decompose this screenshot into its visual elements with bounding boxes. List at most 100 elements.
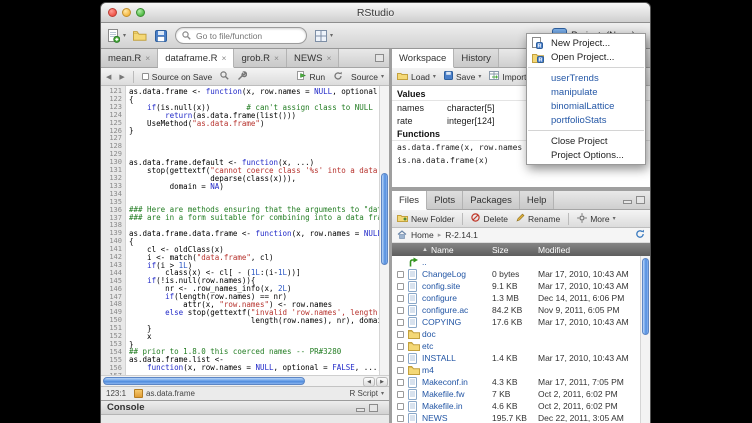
delete-button[interactable]: Delete — [471, 213, 508, 224]
code-line[interactable]: } — [129, 325, 389, 333]
code-line[interactable] — [129, 143, 389, 151]
file-checkbox[interactable] — [397, 391, 404, 398]
file-name-link[interactable]: INSTALL — [422, 353, 492, 363]
file-checkbox[interactable] — [397, 355, 404, 362]
file-checkbox[interactable] — [397, 367, 404, 374]
run-button[interactable]: Run — [297, 71, 325, 82]
column-header-name[interactable]: ▲Name — [392, 245, 492, 255]
tab-news[interactable]: NEWS× — [287, 49, 339, 67]
minimize-pane-icon[interactable] — [356, 408, 365, 412]
file-row[interactable]: INSTALL1.4 KBMar 17, 2010, 10:43 AM — [392, 352, 640, 364]
code-line[interactable] — [129, 191, 389, 199]
save-workspace-button[interactable]: Save▾ — [444, 71, 481, 82]
file-row[interactable]: .. — [392, 256, 640, 268]
menu-item-recent-project-binomiallattice[interactable]: binomialLattice — [527, 99, 645, 113]
load-workspace-button[interactable]: Load▾ — [397, 71, 436, 82]
file-name-link[interactable]: Makefile.in — [422, 401, 492, 411]
file-name-link[interactable]: COPYING — [422, 317, 492, 327]
file-checkbox[interactable] — [397, 343, 404, 350]
tab-workspace[interactable]: Workspace — [392, 49, 454, 68]
search-input[interactable] — [194, 30, 300, 42]
close-icon[interactable]: × — [274, 54, 279, 63]
file-name-link[interactable]: .. — [422, 257, 492, 267]
file-checkbox[interactable] — [397, 295, 404, 302]
code-area[interactable]: 1211221231241251261271281291301311321331… — [101, 86, 389, 375]
checkbox-icon[interactable] — [142, 73, 149, 80]
tab-help[interactable]: Help — [520, 191, 555, 209]
file-checkbox[interactable] — [397, 307, 404, 314]
code-line[interactable]: } — [129, 127, 389, 135]
tab-grob-r[interactable]: grob.R× — [234, 49, 286, 67]
code-line[interactable]: domain = NA) — [129, 183, 389, 191]
file-row[interactable]: NEWS195.7 KBDec 22, 2011, 3:05 AM — [392, 412, 640, 423]
file-row[interactable]: doc — [392, 328, 640, 340]
file-name-link[interactable]: NEWS — [422, 413, 492, 423]
file-checkbox[interactable] — [397, 271, 404, 278]
file-row[interactable]: COPYING17.6 KBMar 17, 2010, 10:43 AM — [392, 316, 640, 328]
scrollbar-thumb[interactable] — [381, 173, 388, 265]
file-checkbox[interactable] — [397, 319, 404, 326]
tab-dataframe-r[interactable]: dataframe.R× — [158, 49, 234, 68]
file-checkbox[interactable] — [397, 403, 404, 410]
goto-file-search[interactable] — [175, 27, 307, 44]
file-name-link[interactable]: config.site — [422, 281, 492, 291]
file-checkbox[interactable] — [397, 415, 404, 422]
scrollbar-thumb[interactable] — [103, 377, 305, 385]
source-button[interactable]: Source▾ — [351, 72, 384, 82]
close-button[interactable] — [108, 8, 117, 17]
editor-vertical-scrollbar[interactable] — [379, 86, 389, 375]
rerun-icon[interactable] — [333, 71, 343, 83]
console-header[interactable]: Console — [101, 400, 389, 415]
code-line[interactable]: x — [129, 333, 389, 341]
file-row[interactable]: Makefile.fw7 KBOct 2, 2011, 6:02 PM — [392, 388, 640, 400]
code-line[interactable]: UseMethod("as.data.frame") — [129, 120, 389, 128]
open-file-button[interactable] — [133, 29, 147, 43]
close-icon[interactable]: × — [222, 54, 227, 63]
tab-mean-r[interactable]: mean.R× — [101, 49, 158, 67]
file-row[interactable]: etc — [392, 340, 640, 352]
tab-packages[interactable]: Packages — [463, 191, 520, 209]
console-body[interactable] — [101, 415, 389, 423]
wrench-icon[interactable] — [237, 71, 247, 83]
minimize-button[interactable] — [122, 8, 131, 17]
breadcrumb-dir-link[interactable]: R-2.14.1 — [445, 230, 478, 240]
find-icon[interactable] — [220, 71, 229, 82]
editor-horizontal-scrollbar[interactable]: ◀▶ — [101, 375, 389, 386]
file-name-link[interactable]: configure.ac — [422, 305, 492, 315]
popout-pane-icon[interactable] — [375, 54, 384, 62]
editor-code[interactable]: as.data.frame <- function(x, row.names =… — [126, 86, 389, 375]
file-row[interactable]: Makefile.in4.6 KBOct 2, 2011, 6:02 PM — [392, 400, 640, 412]
menu-item-recent-project-portfoliostats[interactable]: portfolioStats — [527, 113, 645, 127]
code-line[interactable]: as.data.frame <- function(x, row.names =… — [129, 88, 389, 96]
file-row[interactable]: Makeconf.in4.3 KBMar 17, 2011, 7:05 PM — [392, 376, 640, 388]
column-header-size[interactable]: Size — [492, 245, 538, 255]
source-on-save-toggle[interactable]: Source on Save — [142, 72, 212, 82]
minimize-pane-icon[interactable] — [623, 200, 632, 204]
scroll-right-icon[interactable]: ▶ — [376, 377, 388, 387]
save-button[interactable] — [154, 29, 168, 43]
file-name-link[interactable]: m4 — [422, 365, 492, 375]
code-line[interactable]: function(x, row.names = NULL, optional =… — [129, 364, 389, 372]
tab-plots[interactable]: Plots — [427, 191, 463, 209]
menu-item-new-project[interactable]: R New Project... — [527, 36, 645, 50]
breadcrumb-home-link[interactable]: Home — [411, 230, 434, 240]
close-icon[interactable]: × — [145, 54, 150, 63]
menu-item-recent-project-manipulate[interactable]: manipulate — [527, 85, 645, 99]
file-type-label[interactable]: R Script — [350, 389, 378, 398]
refresh-icon[interactable] — [635, 229, 645, 241]
file-row[interactable]: m4 — [392, 364, 640, 376]
more-button[interactable]: More▾ — [577, 213, 615, 225]
menu-item-open-project[interactable]: R Open Project... — [527, 50, 645, 64]
menu-item-close-project[interactable]: Close Project — [527, 134, 645, 148]
files-vertical-scrollbar[interactable] — [640, 256, 650, 423]
file-name-link[interactable]: Makefile.fw — [422, 389, 492, 399]
file-row[interactable]: ChangeLog0 bytesMar 17, 2010, 10:43 AM — [392, 268, 640, 280]
zoom-button[interactable] — [136, 8, 145, 17]
code-line[interactable]: ### are in a form suitable for combining… — [129, 214, 389, 222]
code-line[interactable] — [129, 135, 389, 143]
file-name-link[interactable]: ChangeLog — [422, 269, 492, 279]
file-name-link[interactable]: configure — [422, 293, 492, 303]
tab-files[interactable]: Files — [392, 191, 427, 210]
scrollbar-thumb[interactable] — [642, 258, 649, 335]
file-row[interactable]: configure1.3 MBDec 14, 2011, 6:06 PM — [392, 292, 640, 304]
